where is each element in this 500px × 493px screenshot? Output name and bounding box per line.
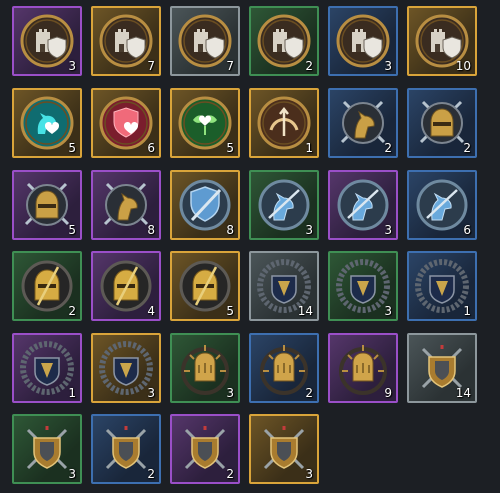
- item-count: 8: [147, 223, 155, 237]
- inventory-item-slot[interactable]: 2: [249, 6, 319, 76]
- item-count: 2: [305, 386, 313, 400]
- item-count: 3: [384, 223, 392, 237]
- inventory-item-slot[interactable]: 5: [170, 88, 240, 158]
- inventory-item-slot[interactable]: 3: [328, 251, 398, 321]
- inventory-item-slot[interactable]: 3: [328, 6, 398, 76]
- item-count: 4: [147, 304, 155, 318]
- item-count: 7: [226, 59, 234, 73]
- inventory-item-slot[interactable]: 14: [407, 333, 477, 403]
- inventory-item-slot[interactable]: 3: [12, 6, 82, 76]
- inventory-item-slot[interactable]: 2: [249, 333, 319, 403]
- inventory-item-slot[interactable]: 9: [328, 333, 398, 403]
- inventory-item-slot[interactable]: 3: [249, 414, 319, 484]
- item-count: 3: [384, 59, 392, 73]
- inventory-item-slot[interactable]: 4: [91, 251, 161, 321]
- inventory-item-slot[interactable]: 5: [12, 170, 82, 240]
- item-count: 1: [68, 386, 76, 400]
- item-count: 5: [68, 141, 76, 155]
- inventory-item-slot[interactable]: 10: [407, 6, 477, 76]
- inventory-item-slot[interactable]: 6: [91, 88, 161, 158]
- item-count: 7: [147, 59, 155, 73]
- item-count: 3: [384, 304, 392, 318]
- item-count: 2: [305, 59, 313, 73]
- item-count: 9: [384, 386, 392, 400]
- inventory-item-slot[interactable]: 3: [91, 333, 161, 403]
- inventory-item-slot[interactable]: 2: [170, 414, 240, 484]
- item-count: 10: [455, 59, 471, 73]
- inventory-item-slot[interactable]: 6: [407, 170, 477, 240]
- item-count: 1: [463, 304, 471, 318]
- item-count: 1: [305, 141, 313, 155]
- inventory-item-slot[interactable]: 1: [407, 251, 477, 321]
- item-count: 6: [147, 141, 155, 155]
- inventory-item-slot[interactable]: 2: [407, 88, 477, 158]
- inventory-item-slot[interactable]: 3: [170, 333, 240, 403]
- item-count: 2: [226, 467, 234, 481]
- item-count: 3: [305, 223, 313, 237]
- item-count: 6: [463, 223, 471, 237]
- item-count: 3: [226, 386, 234, 400]
- inventory-item-slot[interactable]: 2: [12, 251, 82, 321]
- inventory-item-slot[interactable]: 14: [249, 251, 319, 321]
- inventory-item-slot[interactable]: 7: [170, 6, 240, 76]
- inventory-item-slot[interactable]: 1: [12, 333, 82, 403]
- inventory-item-slot[interactable]: 3: [12, 414, 82, 484]
- item-count: 5: [226, 304, 234, 318]
- item-count: 5: [226, 141, 234, 155]
- inventory-item-slot[interactable]: 3: [328, 170, 398, 240]
- item-count: 8: [226, 223, 234, 237]
- item-count: 2: [68, 304, 76, 318]
- inventory-item-slot[interactable]: 5: [170, 251, 240, 321]
- item-count: 2: [384, 141, 392, 155]
- inventory-item-slot[interactable]: 2: [91, 414, 161, 484]
- inventory-item-slot[interactable]: 5: [12, 88, 82, 158]
- item-count: 2: [463, 141, 471, 155]
- inventory-item-slot[interactable]: 8: [170, 170, 240, 240]
- item-count: 14: [297, 304, 313, 318]
- inventory-item-slot[interactable]: 3: [249, 170, 319, 240]
- inventory-item-slot[interactable]: 7: [91, 6, 161, 76]
- inventory-item-slot[interactable]: 1: [249, 88, 319, 158]
- item-count: 3: [147, 386, 155, 400]
- inventory-grid: 3 7 7 2 3 10 5 6 5 1 2 2 5 8 8 3 3 6 2 4…: [0, 0, 500, 493]
- item-count: 14: [455, 386, 471, 400]
- inventory-item-slot[interactable]: 8: [91, 170, 161, 240]
- item-count: 5: [68, 223, 76, 237]
- item-count: 3: [68, 59, 76, 73]
- item-count: 2: [147, 467, 155, 481]
- item-count: 3: [305, 467, 313, 481]
- inventory-item-slot[interactable]: 2: [328, 88, 398, 158]
- item-count: 3: [68, 467, 76, 481]
